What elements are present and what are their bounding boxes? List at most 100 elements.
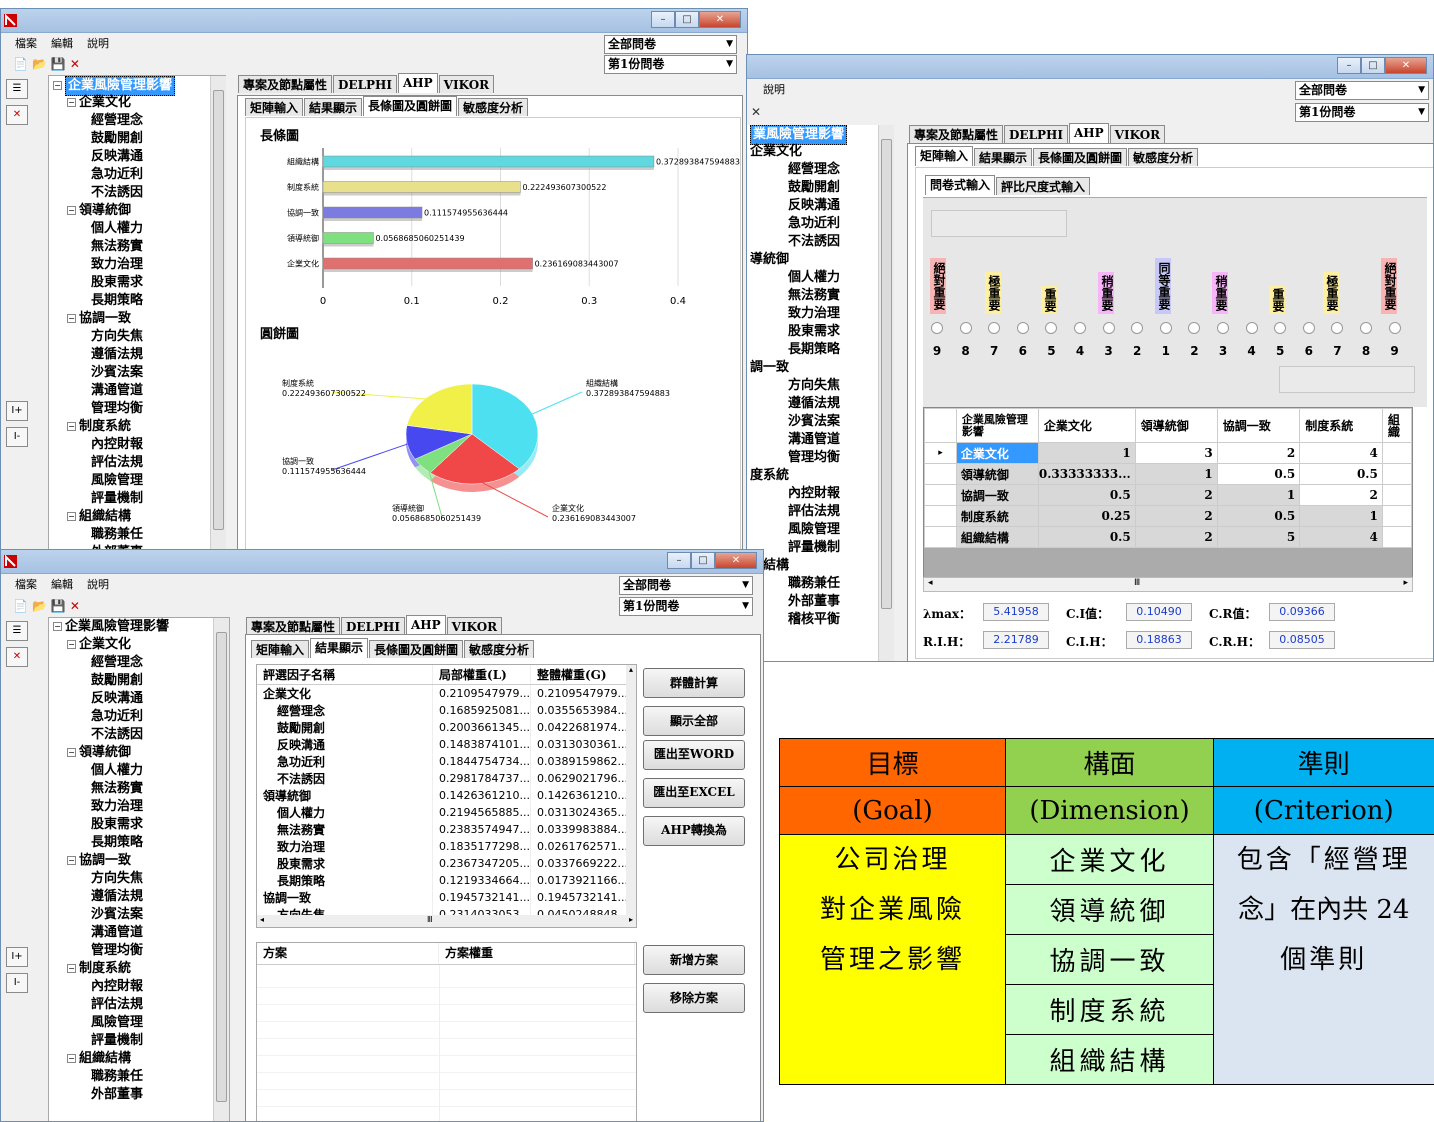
tree-node[interactable]: 管理均衡 [49, 942, 229, 960]
export-word-button[interactable]: 匯出至WORD [643, 740, 745, 770]
results-row[interactable]: 個人權力 0.2194565885... 0.0313024365... [257, 804, 629, 821]
add-node-button[interactable]: I+ [6, 947, 28, 967]
tree-node[interactable]: 溝通管道 [747, 431, 894, 449]
tab[interactable]: VIKOR [446, 617, 503, 635]
scale-radio[interactable] [1360, 322, 1372, 334]
tab[interactable]: 評比尺度式輸入 [996, 177, 1091, 195]
collapse-icon[interactable]: − [67, 748, 76, 757]
close-button[interactable]: ✕ [1385, 57, 1427, 74]
scale-radio[interactable] [1188, 322, 1201, 334]
tree-node[interactable]: − 制度系統 [49, 960, 229, 978]
tab[interactable]: DELPHI [1004, 125, 1068, 143]
matrix-cell[interactable]: 1 [1037, 442, 1136, 464]
tree-node[interactable]: 反映溝通 [49, 690, 229, 708]
tree-node[interactable]: 急功近利 [49, 708, 229, 726]
tab[interactable]: 矩陣輸入 [251, 640, 310, 658]
tree-node[interactable]: 不法誘因 [747, 233, 894, 251]
title-bar[interactable]: – □ ✕ [747, 55, 1433, 79]
collapse-icon[interactable]: − [53, 81, 62, 90]
results-hscrollbar[interactable]: ◂ Ⅲ ▸ [257, 915, 636, 927]
tree-node[interactable]: 風險管理 [49, 472, 225, 490]
tree-node[interactable]: 長期策略 [49, 292, 225, 310]
tab[interactable]: DELPHI [333, 75, 397, 93]
tree-node[interactable]: 風險管理 [49, 1014, 229, 1032]
criteria-tree[interactable]: 業風險管理影響 企業文化 經營理念 鼓勵開創 反映溝通 急功近利 不法誘因 導統御 個人權力 無法… [747, 125, 894, 661]
tab[interactable]: VIKOR [438, 75, 495, 93]
results-row[interactable]: 反映溝通 0.1483874101... 0.0313030361... [257, 736, 629, 753]
tab[interactable]: 專案及節點屬性 [909, 125, 1004, 143]
tree-node[interactable]: 風險管理 [747, 521, 894, 539]
tree-node[interactable]: 鼓勵開創 [747, 179, 894, 197]
scale-radio[interactable] [959, 322, 972, 334]
scale-radio[interactable] [1388, 322, 1401, 334]
tree-remove-icon[interactable]: ✕ [6, 647, 28, 667]
tree-node[interactable]: 調一致 [747, 359, 894, 377]
title-bar[interactable]: – □ ✕ [1, 550, 763, 574]
tree-node[interactable]: − 協調一致 [49, 852, 229, 870]
tree-node[interactable]: 鼓勵開創 [49, 130, 225, 148]
tree-node[interactable]: − 企業文化 [49, 94, 225, 112]
tree-node[interactable]: 內控財報 [49, 978, 229, 996]
tree-node[interactable]: 度系統 [747, 467, 894, 485]
scale-radio[interactable] [1131, 322, 1144, 334]
delete-icon[interactable]: ✕ [70, 599, 80, 613]
minimize-button[interactable]: – [1337, 57, 1361, 74]
tab[interactable]: 敏感度分析 [1128, 148, 1199, 166]
tree-node[interactable]: 致力治理 [49, 798, 229, 816]
close-button[interactable]: ✕ [715, 552, 757, 569]
tree-node[interactable]: 股東需求 [747, 323, 894, 341]
tree-node[interactable]: 沙賓法案 [747, 413, 894, 431]
collapse-icon[interactable]: − [67, 856, 76, 865]
matrix-row[interactable]: 協調一致 0.5 2 1 2 [924, 484, 1412, 506]
scale-radio[interactable] [1217, 322, 1229, 334]
scale-radio[interactable] [1331, 322, 1344, 334]
tree-node[interactable]: 稽核平衡 [747, 611, 894, 629]
survey-select[interactable]: 全部問卷 ▼ [619, 576, 753, 595]
tab[interactable]: 敏感度分析 [458, 98, 529, 116]
collapse-icon[interactable]: − [67, 206, 76, 215]
tree-node[interactable]: 急功近利 [747, 215, 894, 233]
tree-node[interactable]: 方向失焦 [747, 377, 894, 395]
export-excel-button[interactable]: 匯出至EXCEL [643, 778, 745, 808]
tree-node[interactable]: − 企業風險管理影響 [49, 618, 229, 636]
tree-scrollbar[interactable] [210, 76, 226, 552]
new-icon[interactable]: 📄 [13, 599, 28, 613]
comparison-matrix[interactable]: 企業風險管理影響 企業文化 領導統御 協調一致 制度系統 組織 ▸ 企業文化 1 3 2 4 領導統御 0… [923, 407, 1413, 592]
weights-table[interactable]: 評選因子名稱 局部權重(L) 整體權重(G) 企業文化 0.2109547979... 0… [256, 664, 637, 928]
tree-node[interactable]: 沙賓法案 [49, 364, 225, 382]
tree-node[interactable]: 溝通管道 [49, 382, 225, 400]
tree-node[interactable]: 業風險管理影響 [747, 125, 894, 145]
results-row[interactable]: 協調一致 0.1945732141... 0.1945732141... [257, 889, 629, 906]
criteria-tree[interactable]: − 企業風險管理影響 − 企業文化 經營理念 鼓勵開創 反映溝通 急功近利 不法誘因 − 領導統御個… [48, 617, 230, 1121]
menu-help[interactable]: 說明 [763, 80, 785, 100]
remove-node-button[interactable]: I- [6, 973, 28, 993]
delete-icon[interactable]: ✕ [751, 105, 761, 119]
maximize-button[interactable]: □ [691, 552, 715, 569]
tab[interactable]: 結果顯示 [974, 148, 1033, 166]
tree-node[interactable]: − 制度系統 [49, 418, 225, 436]
tab[interactable]: 長條圖及圓餅圖 [1033, 148, 1128, 166]
scale-radio[interactable] [1159, 322, 1172, 334]
tree-scrollbar[interactable] [878, 125, 894, 661]
results-vscrollbar[interactable]: ▴ [626, 665, 636, 915]
collapse-icon[interactable]: − [67, 1054, 76, 1063]
tree-node[interactable]: 無法務實 [49, 780, 229, 798]
tab[interactable]: 長條圖及圓餅圖 [369, 640, 464, 658]
collapse-icon[interactable]: − [67, 98, 76, 107]
tree-node[interactable]: 不法誘因 [49, 726, 229, 744]
tree-node[interactable]: − 組織結構 [49, 508, 225, 526]
tree-node[interactable]: 職務兼任 [747, 575, 894, 593]
survey-select[interactable]: 全部問卷 ▼ [1295, 81, 1429, 100]
matrix-cell[interactable]: 0.5 [1299, 463, 1383, 485]
survey-select[interactable]: 全部問卷 ▼ [604, 35, 737, 54]
menu-edit[interactable]: 編輯 [51, 34, 73, 54]
results-row[interactable]: 不法誘因 0.2981784737... 0.0629021796... [257, 770, 629, 787]
tree-node[interactable]: 無法務實 [49, 238, 225, 256]
collapse-icon[interactable]: − [67, 640, 76, 649]
tree-node[interactable]: 經營理念 [49, 112, 225, 130]
maximize-button[interactable]: □ [675, 11, 699, 28]
tree-node[interactable]: 管理均衡 [747, 449, 894, 467]
scale-radio[interactable] [1102, 322, 1115, 334]
menu-help[interactable]: 說明 [87, 575, 109, 595]
results-row[interactable]: 經營理念 0.1685925081... 0.0355653984... [257, 702, 629, 719]
